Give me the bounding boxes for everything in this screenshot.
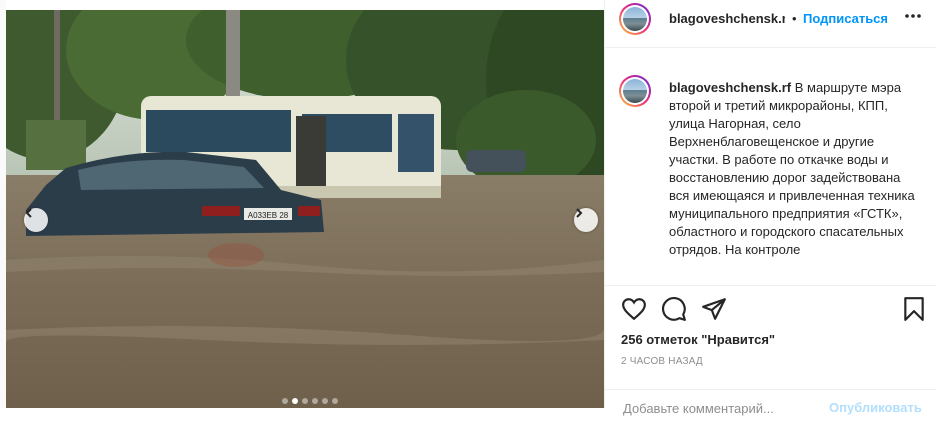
caption-username[interactable]: blagoveshchensk.rf [669,80,791,95]
bookmark-icon[interactable] [901,296,927,322]
follow-button[interactable]: Подписаться [803,11,888,26]
carousel-dot [312,398,318,404]
likes-count[interactable]: 256 отметок "Нравится" [621,332,775,347]
carousel-dot [322,398,328,404]
carousel-dot [332,398,338,404]
caption-section: blagoveshchensk.rf В маршруте мэра второ… [605,56,936,284]
more-options-icon[interactable] [903,6,923,31]
caption-text: В маршруте мэра второй и третий микрорай… [669,80,915,257]
post-caption: blagoveshchensk.rf В маршруте мэра второ… [669,79,921,259]
carousel-dot-active [292,398,298,404]
chevron-left-icon [25,208,32,218]
heart-icon[interactable] [621,296,647,322]
carousel-next-button[interactable] [574,208,598,232]
header-separator: • [792,11,797,26]
share-icon[interactable] [701,296,727,322]
car-plate: А033ЕВ 28 [248,211,289,220]
comment-input[interactable] [621,400,835,417]
comment-icon[interactable] [661,296,687,322]
avatar[interactable] [619,3,651,35]
carousel-indicator [282,398,338,404]
post-photo[interactable]: А033ЕВ 28 [6,10,604,408]
carousel-dot [302,398,308,404]
post-timestamp[interactable]: 2 ЧАСОВ НАЗАД [621,356,703,367]
comment-bar: Опубликовать [605,389,936,430]
caption-avatar[interactable] [619,75,651,107]
carousel-prev-button[interactable] [24,208,48,232]
chevron-right-icon [576,208,583,218]
flooded-street-image: А033ЕВ 28 [6,10,604,408]
post-header: blagoveshchensk.r • Подписаться [605,0,936,48]
carousel-dot [282,398,288,404]
post-actions: 256 отметок "Нравится" 2 ЧАСОВ НАЗАД [605,285,936,406]
post-side-panel: blagoveshchensk.r • Подписаться blagoves… [604,0,936,417]
header-username[interactable]: blagoveshchensk.r [669,11,785,26]
